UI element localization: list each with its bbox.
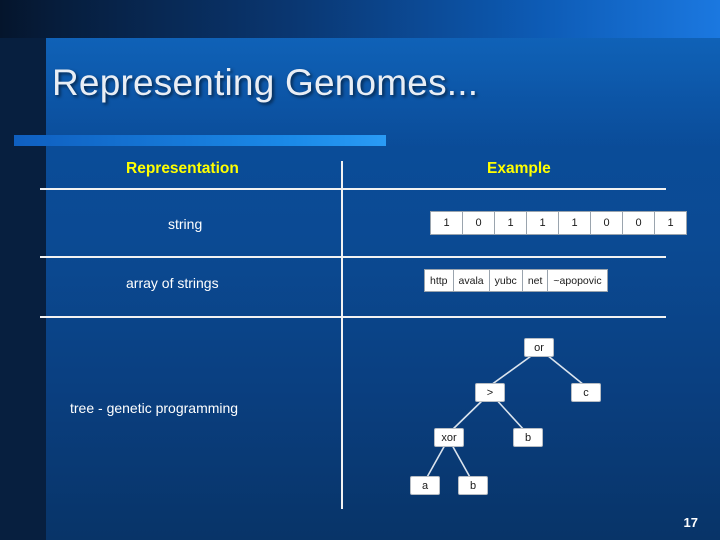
table-rule-bottom [40,316,666,318]
column-header-representation: Representation [126,160,239,177]
tree-node-b-right: b [513,428,543,447]
array-cell: yubc [488,269,523,292]
bit-cell: 0 [462,211,495,235]
tree-node-xor: xor [434,428,464,447]
tree-node-b-left: b [458,476,488,495]
row-label-string: string [168,216,203,232]
tree-node-c: c [571,383,601,402]
slide-background-top-strip [0,0,720,38]
page-number: 17 [683,515,698,530]
table-rule-top [40,188,666,190]
page-title: Representing Genomes... [52,62,479,103]
title-underline-bar [14,135,386,146]
table-rule-middle [40,256,666,258]
array-cell: net [521,269,549,292]
bit-cell: 1 [526,211,559,235]
content-table: Representation Example string array of s… [0,148,720,540]
row-label-tree-genetic-programming: tree - genetic programming [70,400,239,416]
bit-string-example: 1 0 1 1 1 0 0 1 [430,211,687,235]
bit-cell: 0 [590,211,623,235]
array-cell: ~apopovic [547,269,608,292]
array-cell: avala [452,269,490,292]
slide: Representing Genomes... Representation E… [0,0,720,540]
array-of-strings-example: http avala yubc net ~apopovic [424,269,608,292]
tree-node-a: a [410,476,440,495]
bit-cell: 0 [622,211,655,235]
bit-cell: 1 [494,211,527,235]
array-cell: http [424,269,454,292]
bit-cell: 1 [430,211,463,235]
row-label-array-of-strings: array of strings [126,275,219,291]
tree-diagram: or > c xor b a b [341,323,720,509]
bit-cell: 1 [558,211,591,235]
column-header-example: Example [487,160,551,177]
tree-node-gt: > [475,383,505,402]
tree-node-or: or [524,338,554,357]
bit-cell: 1 [654,211,687,235]
